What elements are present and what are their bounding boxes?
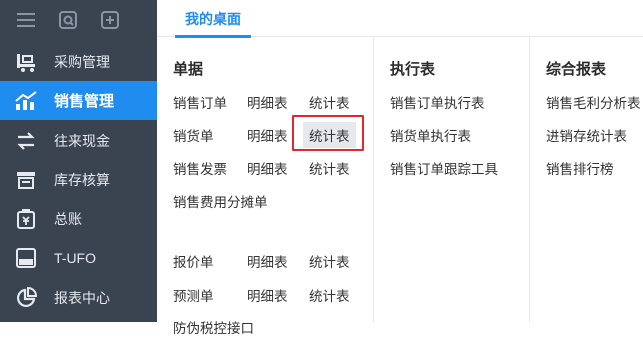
sidebar-item-reports[interactable]: 报表中心 bbox=[0, 278, 157, 317]
tab-my-desktop[interactable]: 我的桌面 bbox=[175, 9, 251, 38]
link-sales-ranking[interactable]: 销售排行榜 bbox=[546, 158, 614, 178]
sidebar-item-inventory[interactable]: 库存核算 bbox=[0, 160, 157, 199]
sidebar-item-purchase[interactable]: 采购管理 bbox=[0, 42, 157, 81]
exchange-arrows-icon bbox=[14, 129, 38, 153]
link-delivery-note-detail[interactable]: 明细表 bbox=[247, 125, 288, 145]
link-forecast[interactable]: 预测单 bbox=[173, 285, 214, 305]
ufo-doc-icon bbox=[14, 246, 38, 270]
link-sales-order-tracking[interactable]: 销售订单跟踪工具 bbox=[390, 158, 498, 178]
sidebar: 采购管理 销售管理 往来现金 库存核算 总账 T-UFO 报表中心 bbox=[0, 0, 157, 322]
sidebar-item-label: T-UFO bbox=[54, 249, 96, 266]
sales-chart-icon bbox=[14, 89, 38, 113]
link-sales-expense-allocation[interactable]: 销售费用分摊单 bbox=[173, 191, 268, 211]
sidebar-item-sales[interactable]: 销售管理 bbox=[0, 81, 157, 120]
search-doc-icon[interactable] bbox=[58, 10, 78, 30]
sidebar-toolbar bbox=[0, 0, 157, 40]
link-sales-invoice[interactable]: 销售发票 bbox=[173, 158, 227, 178]
section-reports: 综合报表 销售毛利分析表 进销存统计表 销售排行榜 bbox=[529, 36, 643, 322]
section-title: 综合报表 bbox=[546, 61, 607, 78]
link-sales-order-execution[interactable]: 销售订单执行表 bbox=[390, 92, 485, 112]
tab-bar: 我的桌面 bbox=[157, 0, 643, 38]
link-sales-invoice-detail[interactable]: 明细表 bbox=[247, 158, 288, 178]
ledger-icon bbox=[14, 207, 38, 231]
link-quotation[interactable]: 报价单 bbox=[173, 251, 214, 271]
link-inventory-stats[interactable]: 进销存统计表 bbox=[546, 125, 627, 145]
link-quotation-detail[interactable]: 明细表 bbox=[247, 251, 288, 271]
link-forecast-stats[interactable]: 统计表 bbox=[309, 285, 350, 305]
section-title: 执行表 bbox=[390, 61, 436, 78]
add-doc-icon[interactable] bbox=[100, 10, 120, 30]
sidebar-item-tufo[interactable]: T-UFO bbox=[0, 238, 157, 277]
section-execution: 执行表 销售订单执行表 销货单执行表 销售订单跟踪工具 bbox=[373, 36, 529, 322]
link-delivery-execution[interactable]: 销货单执行表 bbox=[390, 125, 471, 145]
pie-chart-icon bbox=[14, 286, 38, 310]
purchase-cart-icon bbox=[14, 50, 38, 74]
sidebar-item-cash[interactable]: 往来现金 bbox=[0, 121, 157, 160]
inventory-icon bbox=[14, 168, 38, 192]
link-quotation-stats[interactable]: 统计表 bbox=[309, 251, 350, 271]
sidebar-item-label: 报表中心 bbox=[54, 289, 110, 306]
link-anti-counterfeit-tax[interactable]: 防伪税控接口 bbox=[173, 317, 254, 337]
link-gross-margin-analysis[interactable]: 销售毛利分析表 bbox=[546, 92, 641, 112]
link-sales-invoice-stats[interactable]: 统计表 bbox=[309, 158, 350, 178]
link-sales-order-detail[interactable]: 明细表 bbox=[247, 92, 288, 112]
link-sales-order-stats[interactable]: 统计表 bbox=[309, 92, 350, 112]
link-delivery-note[interactable]: 销货单 bbox=[173, 125, 214, 145]
link-forecast-detail[interactable]: 明细表 bbox=[247, 285, 288, 305]
sidebar-item-label: 总账 bbox=[54, 210, 82, 227]
sidebar-item-label: 采购管理 bbox=[54, 53, 110, 70]
section-documents: 单据 销售订单 明细表 统计表 销货单 明细表 统计表 销售发票 明细表 统计表… bbox=[157, 36, 372, 336]
sidebar-item-ledger[interactable]: 总账 bbox=[0, 199, 157, 238]
sidebar-item-label: 销售管理 bbox=[54, 93, 115, 110]
link-sales-order[interactable]: 销售订单 bbox=[173, 92, 227, 112]
sidebar-item-label: 库存核算 bbox=[54, 171, 110, 188]
sidebar-item-label: 往来现金 bbox=[54, 132, 110, 149]
menu-icon[interactable] bbox=[16, 10, 36, 30]
section-title: 单据 bbox=[173, 61, 204, 78]
highlight-box bbox=[292, 115, 364, 151]
